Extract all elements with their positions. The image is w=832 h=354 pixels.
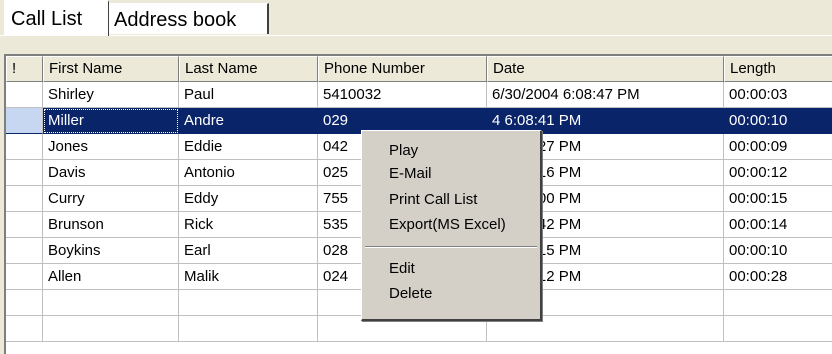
tab-address-book[interactable]: Address book <box>108 3 269 34</box>
row-indicator <box>6 238 43 264</box>
cell-last-name: Eddie <box>179 134 318 160</box>
row-indicator <box>6 108 43 134</box>
menu-separator <box>365 246 537 248</box>
menu-item-email[interactable]: E-Mail <box>389 164 432 184</box>
column-header-date[interactable]: Date <box>487 56 724 82</box>
cell-first-name: Curry <box>43 186 179 212</box>
row-indicator <box>6 316 43 342</box>
cell-length: 00:00:14 <box>724 212 832 238</box>
cell-first-name <box>43 316 179 342</box>
cell-first-name: Jones <box>43 134 179 160</box>
cell-first-name: Allen <box>43 264 179 290</box>
tab-divider <box>0 35 832 36</box>
column-header-last-name[interactable]: Last Name <box>179 56 318 82</box>
row-indicator <box>6 82 43 108</box>
cell-first-name: Davis <box>43 160 179 186</box>
cell-last-name <box>179 316 318 342</box>
cell-first-name: Brunson <box>43 212 179 238</box>
row-indicator <box>6 290 43 316</box>
cell-last-name: Rick <box>179 212 318 238</box>
row-indicator <box>6 160 43 186</box>
menu-item-edit[interactable]: Edit <box>389 259 415 279</box>
cell-first-name: Shirley <box>43 82 179 108</box>
cell-first-name: Miller <box>43 108 179 134</box>
row-indicator <box>6 134 43 160</box>
cell-length: 00:00:10 <box>724 238 832 264</box>
menu-item-play[interactable]: Play <box>389 141 418 161</box>
column-header-phone-number[interactable]: Phone Number <box>318 56 487 82</box>
context-menu: Play E-Mail Print Call List Export(MS Ex… <box>361 130 542 321</box>
cell-last-name: Antonio <box>179 160 318 186</box>
column-header-flag[interactable]: ! <box>6 56 43 82</box>
column-header-length[interactable]: Length <box>724 56 832 82</box>
cell-length <box>724 316 832 342</box>
row-indicator <box>6 186 43 212</box>
row-indicator <box>6 264 43 290</box>
cell-length: 00:00:28 <box>724 264 832 290</box>
menu-item-export-excel[interactable]: Export(MS Excel) <box>389 215 506 235</box>
cell-last-name: Malik <box>179 264 318 290</box>
menu-item-delete[interactable]: Delete <box>389 284 432 304</box>
cell-length: 00:00:12 <box>724 160 832 186</box>
cell-date: 6/30/2004 6:08:47 PM <box>487 82 724 108</box>
menu-item-print-call-list[interactable]: Print Call List <box>389 190 477 210</box>
cell-first-name: Boykins <box>43 238 179 264</box>
row-indicator <box>6 212 43 238</box>
cell-length: 00:00:10 <box>724 108 832 134</box>
tab-call-list[interactable]: Call List <box>4 0 109 36</box>
cell-last-name: Eddy <box>179 186 318 212</box>
cell-first-name <box>43 290 179 316</box>
cell-length: 00:00:15 <box>724 186 832 212</box>
cell-last-name <box>179 290 318 316</box>
cell-length <box>724 290 832 316</box>
cell-phone-number: 5410032 <box>318 82 487 108</box>
table-row[interactable]: Shirley Paul 5410032 6/30/2004 6:08:47 PM 00… <box>6 82 832 108</box>
cell-length: 00:00:09 <box>724 134 832 160</box>
cell-length: 00:00:03 <box>724 82 832 108</box>
cell-last-name: Andre <box>179 108 318 134</box>
column-header-first-name[interactable]: First Name <box>43 56 179 82</box>
cell-last-name: Paul <box>179 82 318 108</box>
cell-last-name: Earl <box>179 238 318 264</box>
